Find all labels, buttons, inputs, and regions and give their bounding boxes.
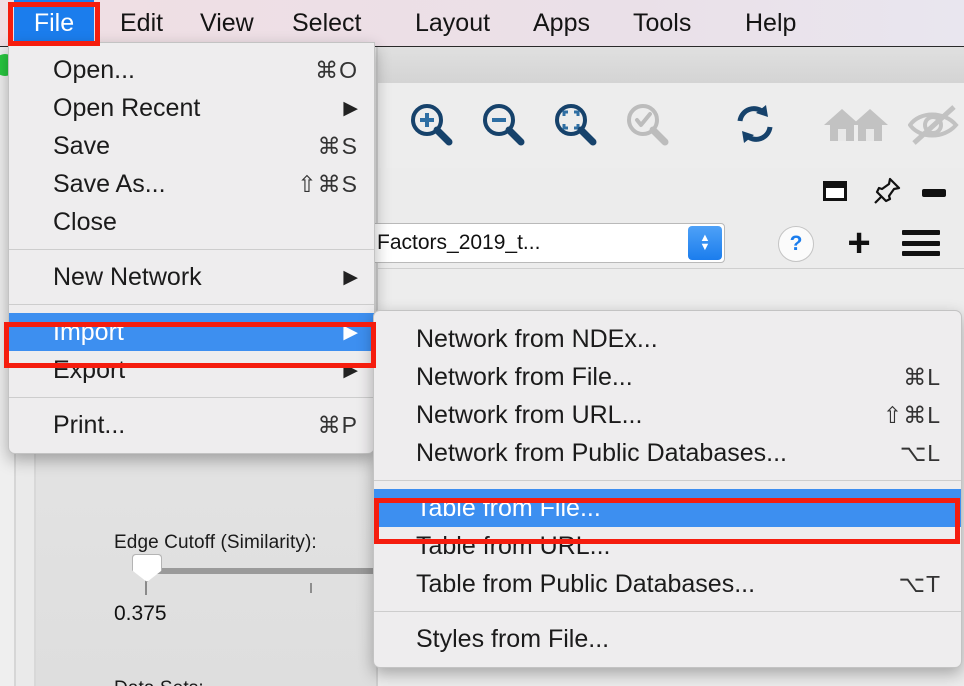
menu-help-label: Help <box>745 9 796 38</box>
network-selector-row: Factors_2019_t... ▲▼ ? + <box>378 218 964 269</box>
edge-cutoff-slider-tick <box>310 583 312 593</box>
hide-eye-icon <box>908 101 964 151</box>
zoom-fit-icon[interactable] <box>550 101 602 151</box>
menu-layout[interactable]: Layout <box>405 0 500 46</box>
menu-item-network-from-url[interactable]: Network from URL... ⇧⌘L <box>374 396 961 434</box>
network-toolbar <box>378 83 964 169</box>
menu-item-export-label: Export <box>53 356 125 385</box>
menu-item-close-label: Close <box>53 208 117 237</box>
menu-item-open-recent-label: Open Recent <box>53 94 200 123</box>
float-window-icon[interactable] <box>820 176 850 211</box>
help-button[interactable]: ? <box>778 226 814 262</box>
menu-tools[interactable]: Tools <box>623 0 701 46</box>
menu-separator-2 <box>9 304 374 305</box>
menu-item-import[interactable]: Import ▶ <box>9 313 374 351</box>
chevron-updown-icon[interactable]: ▲▼ <box>688 226 722 260</box>
zoom-out-icon[interactable] <box>478 101 530 151</box>
chevron-right-icon: ▶ <box>343 97 358 120</box>
menu-item-network-from-file[interactable]: Network from File... ⌘L <box>374 358 961 396</box>
menu-item-new-network[interactable]: New Network ▶ <box>9 258 374 296</box>
menu-item-network-from-url-shortcut: ⇧⌘L <box>883 402 941 429</box>
menu-item-table-from-file-label: Table from File... <box>416 494 601 523</box>
menu-file[interactable]: File <box>14 0 94 46</box>
menu-edit[interactable]: Edit <box>110 0 173 46</box>
chevron-right-icon: ▶ <box>343 266 358 289</box>
menu-item-save-as-shortcut: ⇧⌘S <box>297 171 358 198</box>
zoom-selected-icon <box>622 101 674 151</box>
menu-item-table-from-file[interactable]: Table from File... <box>374 489 961 527</box>
menu-apps-label: Apps <box>533 9 590 38</box>
menu-item-save-as-label: Save As... <box>53 170 166 199</box>
menu-layout-label: Layout <box>415 9 490 38</box>
edge-cutoff-value: 0.375 <box>114 602 167 626</box>
zoom-in-icon[interactable] <box>406 101 458 151</box>
menu-select-label: Select <box>292 9 361 38</box>
menu-tools-label: Tools <box>633 9 691 38</box>
menu-bar: File Edit View Select Layout Apps Tools … <box>0 0 964 47</box>
menu-item-styles-from-file-label: Styles from File... <box>416 625 609 654</box>
menu-item-print-shortcut: ⌘P <box>318 412 358 439</box>
menu-item-styles-from-file[interactable]: Styles from File... <box>374 620 961 658</box>
menu-item-new-network-label: New Network <box>53 263 202 292</box>
refresh-icon[interactable] <box>730 101 782 151</box>
network-selector-value: Factors_2019_t... <box>371 231 540 255</box>
add-icon[interactable]: + <box>840 224 878 262</box>
submenu-separator-1 <box>374 480 961 481</box>
menu-item-open-recent[interactable]: Open Recent ▶ <box>9 89 374 127</box>
submenu-separator-2 <box>374 611 961 612</box>
menu-item-network-from-ndex[interactable]: Network from NDEx... <box>374 320 961 358</box>
chevron-right-icon: ▶ <box>343 359 358 382</box>
menu-item-network-from-url-label: Network from URL... <box>416 401 642 430</box>
menu-select[interactable]: Select <box>282 0 371 46</box>
minimize-icon[interactable] <box>920 186 950 204</box>
menu-item-close[interactable]: Close <box>9 203 374 241</box>
menu-file-label: File <box>34 9 74 38</box>
menu-help[interactable]: Help <box>735 0 806 46</box>
data-sets-label: Data Sets: <box>114 678 204 686</box>
menu-item-network-from-ndex-label: Network from NDEx... <box>416 325 658 354</box>
home-icon <box>818 101 910 151</box>
menu-item-export[interactable]: Export ▶ <box>9 351 374 389</box>
menu-item-print[interactable]: Print... ⌘P <box>9 406 374 444</box>
chevron-right-icon: ▶ <box>343 321 358 344</box>
menu-separator-3 <box>9 397 374 398</box>
menu-item-table-from-url[interactable]: Table from URL... <box>374 527 961 565</box>
menu-item-table-from-public-databases-label: Table from Public Databases... <box>416 570 755 599</box>
file-dropdown-menu: Open... ⌘O Open Recent ▶ Save ⌘S Save As… <box>8 42 375 454</box>
menu-item-network-from-public-databases-shortcut: ⌥L <box>900 440 941 467</box>
pin-icon[interactable] <box>872 176 902 211</box>
edge-cutoff-label: Edge Cutoff (Similarity): <box>114 532 317 554</box>
app-window: Edge Cutoff (Similarity): 0.375 Data Set… <box>0 0 964 686</box>
menu-item-open[interactable]: Open... ⌘O <box>9 51 374 89</box>
menu-item-open-shortcut: ⌘O <box>315 57 358 84</box>
menu-edit-label: Edit <box>120 9 163 38</box>
menu-item-network-from-public-databases[interactable]: Network from Public Databases... ⌥L <box>374 434 961 472</box>
hamburger-menu-icon[interactable] <box>902 230 940 256</box>
menu-item-network-from-public-databases-label: Network from Public Databases... <box>416 439 787 468</box>
menu-item-network-from-file-shortcut: ⌘L <box>903 364 941 391</box>
menu-item-save-shortcut: ⌘S <box>318 133 358 160</box>
menu-item-save[interactable]: Save ⌘S <box>9 127 374 165</box>
menu-item-save-label: Save <box>53 132 110 161</box>
import-submenu: Network from NDEx... Network from File..… <box>373 310 962 668</box>
network-selector-combobox[interactable]: Factors_2019_t... ▲▼ <box>370 223 725 263</box>
menu-apps[interactable]: Apps <box>523 0 600 46</box>
menu-view-label: View <box>200 9 254 38</box>
menu-item-table-from-public-databases[interactable]: Table from Public Databases... ⌥T <box>374 565 961 603</box>
panel-window-controls <box>378 168 964 219</box>
menu-item-import-label: Import <box>53 318 124 347</box>
menu-item-network-from-file-label: Network from File... <box>416 363 633 392</box>
edge-cutoff-slider-thumb[interactable] <box>132 554 162 582</box>
menu-item-table-from-public-databases-shortcut: ⌥T <box>898 571 941 598</box>
view-titlebar-strip <box>378 46 964 84</box>
menu-item-save-as[interactable]: Save As... ⇧⌘S <box>9 165 374 203</box>
menu-view[interactable]: View <box>190 0 264 46</box>
menu-separator-1 <box>9 249 374 250</box>
menu-item-table-from-url-label: Table from URL... <box>416 532 611 561</box>
menu-item-print-label: Print... <box>53 411 125 440</box>
menu-item-open-label: Open... <box>53 56 135 85</box>
